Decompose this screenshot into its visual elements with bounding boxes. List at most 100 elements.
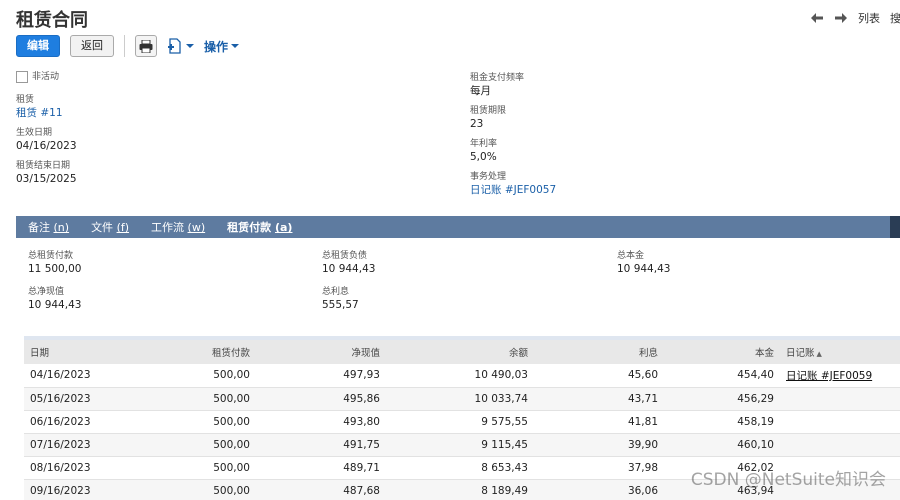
cell-journal: [780, 410, 900, 434]
tab-lease-payments[interactable]: 租赁付款 (a): [227, 219, 292, 235]
lease-term-value: 23: [470, 118, 484, 130]
back-button[interactable]: 返回: [70, 35, 114, 57]
tab-workflow[interactable]: 工作流 (w): [151, 219, 205, 235]
record-navigation: 列表 搜: [810, 10, 900, 26]
column-header-balance[interactable]: 余额: [386, 340, 534, 364]
search-link[interactable]: 搜: [890, 10, 900, 26]
cell-interest: 36,06: [534, 479, 664, 500]
primary-fields-right: 租金支付频率 每月 租赁期限 23 年利率 5,0% 事务处理 日记账 #JEF…: [470, 72, 770, 204]
total-liability-value: 10 944,43: [322, 263, 376, 275]
annual-rate-label: 年利率: [470, 139, 498, 149]
cell-interest: 41,81: [534, 410, 664, 434]
transaction-link[interactable]: 日记账 #JEF0057: [470, 183, 770, 197]
cell-journal: 日记账 #JEF0059: [780, 364, 900, 388]
total-liability-label: 总租赁负债: [322, 251, 368, 261]
cell-npv: 487,68: [256, 479, 386, 500]
cell-principal: 458,19: [664, 410, 780, 434]
tab-files[interactable]: 文件 (f): [91, 219, 129, 235]
effective-date-value: 04/16/2023: [16, 140, 77, 152]
previous-record-arrow-icon[interactable]: [810, 11, 824, 25]
cell-payment: 500,00: [134, 433, 256, 457]
actions-menu-label: 操作: [204, 39, 229, 54]
cell-date: 06/16/2023: [24, 410, 134, 434]
cell-interest: 45,60: [534, 364, 664, 388]
cell-npv: 493,80: [256, 410, 386, 434]
journal-link[interactable]: 日记账 #JEF0059: [786, 370, 872, 382]
lease-end-date-value: 03/15/2025: [16, 173, 77, 185]
column-header-payment[interactable]: 租赁付款: [134, 340, 256, 364]
toolbar: 编辑 返回 操作: [16, 34, 240, 58]
add-document-icon: [168, 38, 181, 54]
inactive-checkbox[interactable]: [16, 71, 28, 83]
cell-principal: 456,29: [664, 387, 780, 411]
column-header-npv[interactable]: 净现值: [256, 340, 386, 364]
tab-notes[interactable]: 备注 (n): [28, 219, 69, 235]
total-npv-value: 10 944,43: [28, 299, 82, 311]
total-payments-label: 总租赁付款: [28, 251, 74, 261]
annual-rate-value: 5,0%: [470, 151, 497, 163]
transaction-label: 事务处理: [470, 172, 507, 182]
cell-date: 04/16/2023: [24, 364, 134, 388]
list-link[interactable]: 列表: [858, 10, 880, 26]
total-payments-value: 11 500,00: [28, 263, 82, 275]
cell-date: 05/16/2023: [24, 387, 134, 411]
lease-end-date-label: 租赁结束日期: [16, 161, 71, 171]
edit-button[interactable]: 编辑: [16, 35, 60, 57]
cell-npv: 489,71: [256, 456, 386, 480]
cell-interest: 39,90: [534, 433, 664, 457]
column-header-date[interactable]: 日期: [24, 340, 134, 364]
lease-term-label: 租赁期限: [470, 106, 507, 116]
cell-principal: 454,40: [664, 364, 780, 388]
print-button[interactable]: [135, 35, 157, 57]
lease-label: 租赁: [16, 95, 35, 105]
cell-interest: 43,71: [534, 387, 664, 411]
cell-balance: 9 575,55: [386, 410, 534, 434]
tab-bar-scroll-handle[interactable]: [890, 216, 900, 238]
cell-balance: 10 490,03: [386, 364, 534, 388]
table-row: 05/16/2023 500,00 495,86 10 033,74 43,71 456,…: [24, 387, 900, 411]
payment-frequency-value: 每月: [470, 85, 491, 97]
inactive-label: 非活动: [32, 72, 60, 82]
next-record-arrow-icon[interactable]: [834, 11, 848, 25]
actions-menu[interactable]: 操作: [204, 38, 240, 55]
printer-icon: [139, 39, 153, 53]
total-principal-label: 总本金: [617, 251, 645, 261]
cell-date: 09/16/2023: [24, 479, 134, 500]
chevron-down-icon: [231, 44, 240, 48]
toolbar-divider: [124, 35, 125, 57]
cell-npv: 491,75: [256, 433, 386, 457]
column-header-principal[interactable]: 本金: [664, 340, 780, 364]
column-header-journal[interactable]: 日记账 ▲: [780, 340, 900, 364]
cell-balance: 10 033,74: [386, 387, 534, 411]
cell-journal: [780, 433, 900, 457]
subtab-bar: 备注 (n) 文件 (f) 工作流 (w) 租赁付款 (a): [16, 216, 900, 238]
column-header-interest[interactable]: 利息: [534, 340, 664, 364]
cell-payment: 500,00: [134, 387, 256, 411]
cell-npv: 497,93: [256, 364, 386, 388]
total-npv-label: 总净现值: [28, 287, 65, 297]
watermark: CSDN @NetSuite知识会: [690, 470, 886, 490]
cell-npv: 495,86: [256, 387, 386, 411]
cell-journal: [780, 387, 900, 411]
page-title: 租赁合同: [16, 10, 88, 31]
effective-date-label: 生效日期: [16, 128, 53, 138]
table-row: 07/16/2023 500,00 491,75 9 115,45 39,90 460,1…: [24, 433, 900, 457]
lease-link[interactable]: 租赁 #11: [16, 106, 316, 120]
cell-balance: 9 115,45: [386, 433, 534, 457]
cell-payment: 500,00: [134, 410, 256, 434]
sort-ascending-icon: ▲: [816, 350, 822, 358]
total-interest-label: 总利息: [322, 287, 350, 297]
total-interest-value: 555,57: [322, 299, 359, 311]
new-document-menu[interactable]: [167, 38, 194, 54]
cell-payment: 500,00: [134, 479, 256, 500]
cell-payment: 500,00: [134, 456, 256, 480]
chevron-down-icon: [186, 44, 194, 48]
table-row: 04/16/2023 500,00 497,93 10 490,03 45,60 454,…: [24, 364, 900, 388]
cell-balance: 8 189,49: [386, 479, 534, 500]
table-header-row: 日期 租赁付款 净现值 余额 利息 本金 日记账 ▲: [24, 340, 900, 364]
cell-date: 08/16/2023: [24, 456, 134, 480]
total-principal-value: 10 944,43: [617, 263, 671, 275]
cell-principal: 460,10: [664, 433, 780, 457]
cell-date: 07/16/2023: [24, 433, 134, 457]
cell-interest: 37,98: [534, 456, 664, 480]
